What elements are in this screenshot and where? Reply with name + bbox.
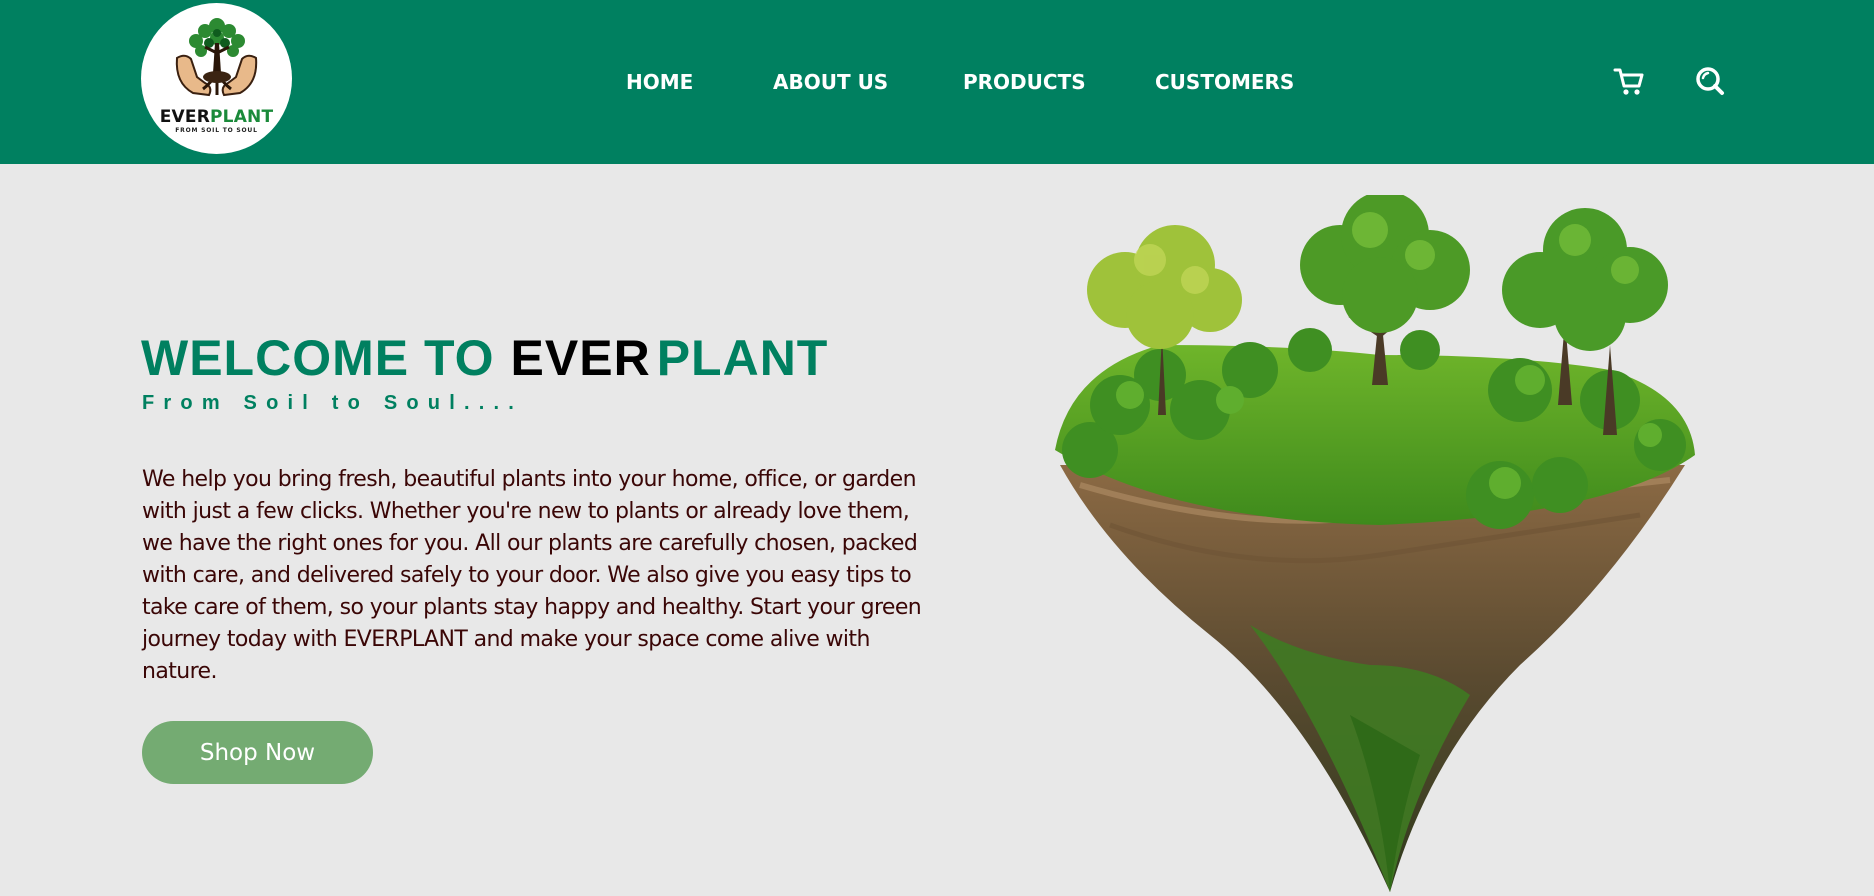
main-nav: HOME ABOUT US PRODUCTS CUSTOMERS bbox=[0, 70, 1874, 100]
search-icon[interactable] bbox=[1693, 64, 1727, 98]
logo-word-plant: PLANT bbox=[210, 107, 274, 127]
cart-icon[interactable] bbox=[1612, 64, 1646, 98]
logo-wordmark: EVERPLANT bbox=[141, 107, 292, 127]
nav-item-home[interactable]: HOME bbox=[626, 70, 693, 94]
logo-word-ever: EVER bbox=[159, 107, 210, 127]
top-header: EVERPLANT FROM SOIL TO SOUL HOME ABOUT U… bbox=[0, 0, 1874, 164]
hero-tagline: From Soil to Soul.... bbox=[142, 392, 523, 414]
nav-item-products[interactable]: PRODUCTS bbox=[963, 70, 1086, 94]
hero-title: WELCOME TO EVER PLANT bbox=[141, 328, 828, 388]
nav-item-customers[interactable]: CUSTOMERS bbox=[1155, 70, 1294, 94]
logo-tagline: FROM SOIL TO SOUL bbox=[175, 127, 258, 134]
floating-island-illustration bbox=[1055, 191, 1695, 892]
hero-title-ever: EVER bbox=[510, 330, 651, 386]
nav-item-about-us[interactable]: ABOUT US bbox=[773, 70, 888, 94]
hero-title-welcome: WELCOME TO bbox=[141, 330, 495, 386]
hero-title-plant: PLANT bbox=[656, 330, 829, 386]
hero-description: We help you bring fresh, beautiful plant… bbox=[142, 467, 922, 684]
floating-island-image bbox=[1050, 191, 1700, 896]
shop-now-button[interactable]: Shop Now bbox=[142, 721, 373, 784]
